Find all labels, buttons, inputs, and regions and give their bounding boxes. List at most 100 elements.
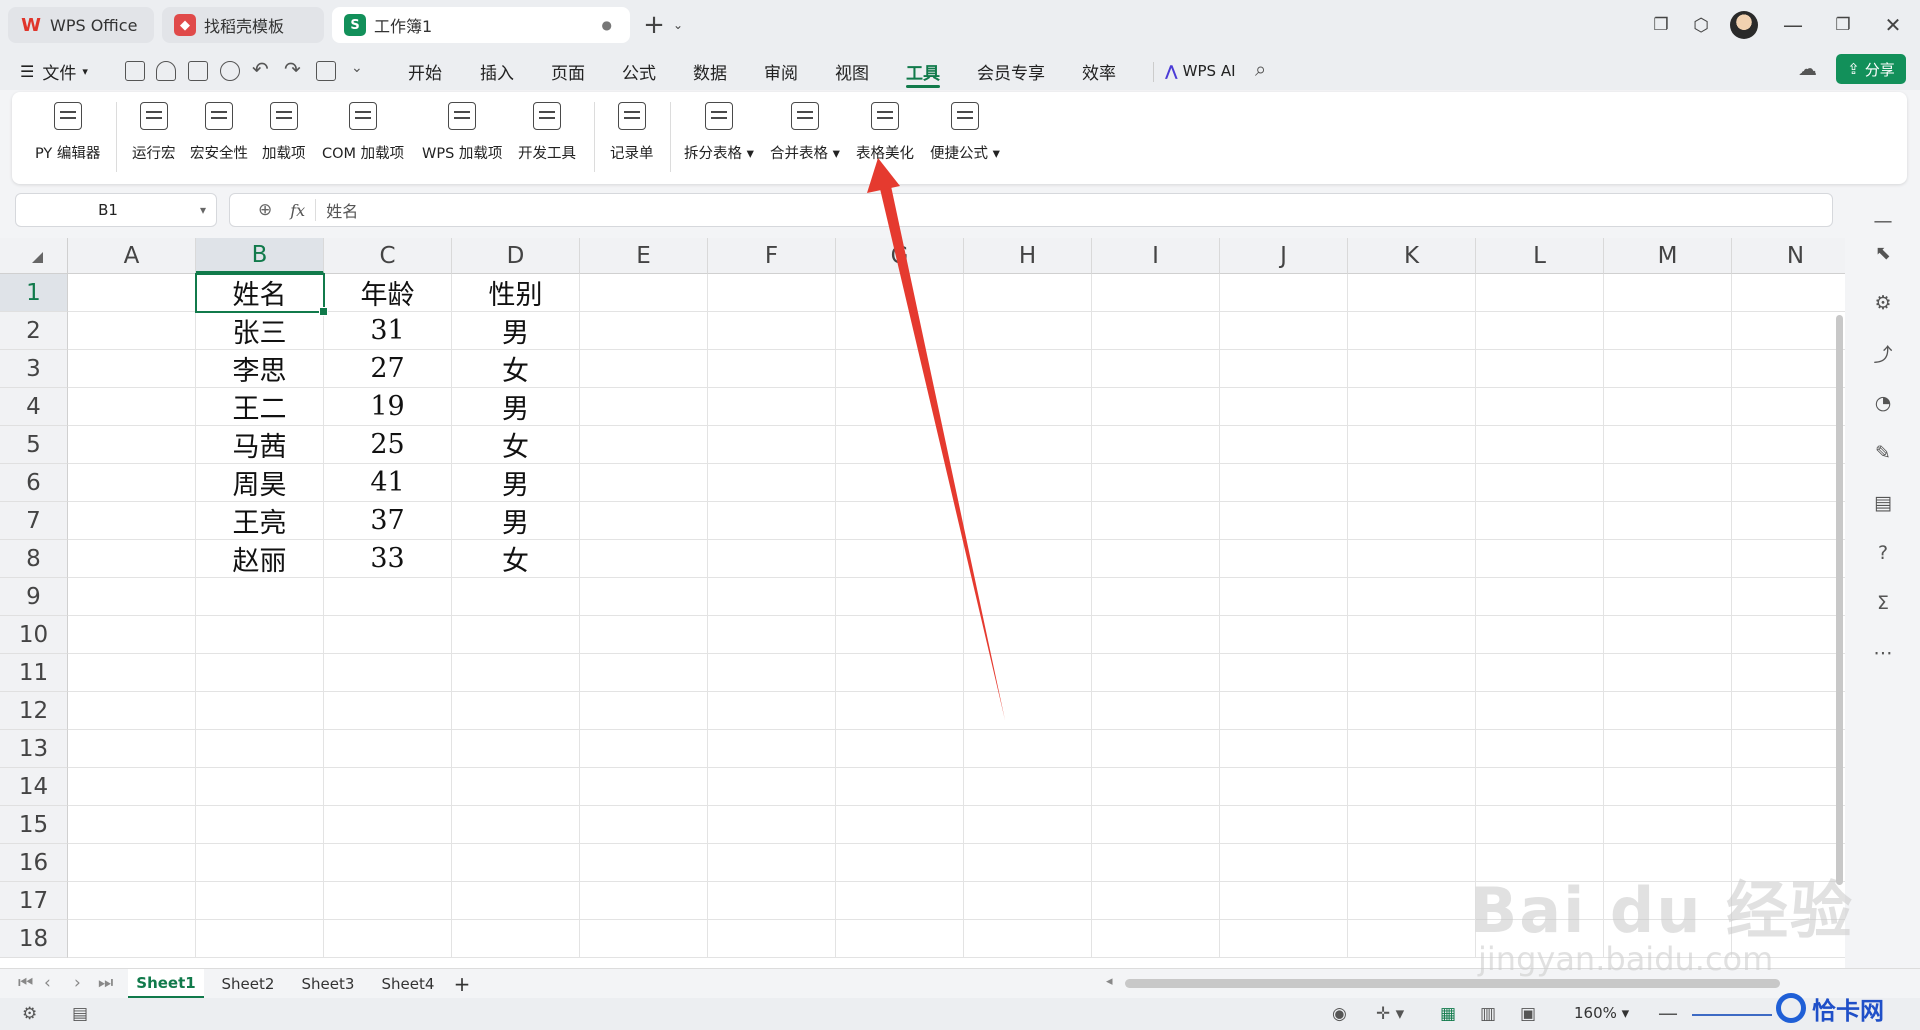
cell-b8[interactable]: 赵丽: [196, 540, 324, 578]
cell-d6[interactable]: 男: [452, 464, 580, 502]
cell-d12[interactable]: [452, 692, 580, 730]
unsaved-dot-icon[interactable]: ●: [602, 18, 612, 32]
column-header-d[interactable]: D: [452, 238, 580, 274]
last-sheet-icon[interactable]: ⏭: [98, 973, 113, 993]
cell-k12[interactable]: [1348, 692, 1476, 730]
cell-c2[interactable]: 31: [324, 312, 452, 350]
cell-b10[interactable]: [196, 616, 324, 654]
tab-list-chevron-icon[interactable]: ⌄: [668, 10, 688, 40]
cell-g5[interactable]: [836, 426, 964, 464]
cell-g2[interactable]: [836, 312, 964, 350]
cell-f13[interactable]: [708, 730, 836, 768]
cell-d9[interactable]: [452, 578, 580, 616]
macro-security-button[interactable]: 宏安全性: [190, 102, 248, 163]
cell-n8[interactable]: [1732, 540, 1845, 578]
cell-l9[interactable]: [1476, 578, 1604, 616]
cell-h7[interactable]: [964, 502, 1092, 540]
cell-e8[interactable]: [580, 540, 708, 578]
cell-m6[interactable]: [1604, 464, 1732, 502]
cell-h11[interactable]: [964, 654, 1092, 692]
cell-c13[interactable]: [324, 730, 452, 768]
cell-l13[interactable]: [1476, 730, 1604, 768]
cell-n9[interactable]: [1732, 578, 1845, 616]
cell-h3[interactable]: [964, 350, 1092, 388]
zoom-out-icon[interactable]: —: [1658, 1001, 1678, 1025]
export-icon[interactable]: [316, 61, 336, 81]
cell-k2[interactable]: [1348, 312, 1476, 350]
cell-l12[interactable]: [1476, 692, 1604, 730]
scroll-left-icon[interactable]: ◂: [1106, 974, 1113, 989]
cell-h12[interactable]: [964, 692, 1092, 730]
chart-icon[interactable]: ◔: [1872, 392, 1894, 414]
cell-b4[interactable]: 王二: [196, 388, 324, 426]
cell-d16[interactable]: [452, 844, 580, 882]
eye-protection-icon[interactable]: ◉: [1332, 1004, 1347, 1024]
cell-h9[interactable]: [964, 578, 1092, 616]
row-header-13[interactable]: 13: [0, 730, 68, 768]
menu-data[interactable]: 数据: [693, 52, 727, 90]
cell-a15[interactable]: [68, 806, 196, 844]
cell-m3[interactable]: [1604, 350, 1732, 388]
cell-c15[interactable]: [324, 806, 452, 844]
cell-d11[interactable]: [452, 654, 580, 692]
cell-b18[interactable]: [196, 920, 324, 958]
cell-f9[interactable]: [708, 578, 836, 616]
cell-f6[interactable]: [708, 464, 836, 502]
cell-e3[interactable]: [580, 350, 708, 388]
row-header-15[interactable]: 15: [0, 806, 68, 844]
cell-i12[interactable]: [1092, 692, 1220, 730]
cell-j9[interactable]: [1220, 578, 1348, 616]
cell-k15[interactable]: [1348, 806, 1476, 844]
column-header-n[interactable]: N: [1732, 238, 1845, 274]
cell-a3[interactable]: [68, 350, 196, 388]
cell-g12[interactable]: [836, 692, 964, 730]
cell-c7[interactable]: 37: [324, 502, 452, 540]
column-header-l[interactable]: L: [1476, 238, 1604, 274]
cell-d17[interactable]: [452, 882, 580, 920]
cell-c18[interactable]: [324, 920, 452, 958]
new-tab-button[interactable]: +: [640, 10, 668, 40]
cell-a17[interactable]: [68, 882, 196, 920]
window-mode-icon[interactable]: ❐: [1648, 10, 1674, 40]
cell-n7[interactable]: [1732, 502, 1845, 540]
cell-i9[interactable]: [1092, 578, 1220, 616]
cell-f1[interactable]: [708, 274, 836, 312]
cell-f18[interactable]: [708, 920, 836, 958]
cell-l6[interactable]: [1476, 464, 1604, 502]
menu-view[interactable]: 视图: [835, 52, 869, 90]
merge-table-button[interactable]: 合并表格 ▾: [770, 102, 840, 163]
cell-g15[interactable]: [836, 806, 964, 844]
cell-e15[interactable]: [580, 806, 708, 844]
menu-tools[interactable]: 工具: [906, 52, 940, 90]
row-header-18[interactable]: 18: [0, 920, 68, 958]
cell-f14[interactable]: [708, 768, 836, 806]
cell-m12[interactable]: [1604, 692, 1732, 730]
cell-d4[interactable]: 男: [452, 388, 580, 426]
tab-wps-office[interactable]: W WPS Office: [8, 7, 154, 43]
cell-b3[interactable]: 李思: [196, 350, 324, 388]
vertical-scrollbar-thumb[interactable]: [1836, 315, 1843, 885]
addins-button[interactable]: 加载项: [262, 102, 306, 163]
cell-f3[interactable]: [708, 350, 836, 388]
cell-g10[interactable]: [836, 616, 964, 654]
cell-b6[interactable]: 周昊: [196, 464, 324, 502]
cell-f11[interactable]: [708, 654, 836, 692]
cell-m13[interactable]: [1604, 730, 1732, 768]
cell-e1[interactable]: [580, 274, 708, 312]
cell-j8[interactable]: [1220, 540, 1348, 578]
cell-f10[interactable]: [708, 616, 836, 654]
row-header-1[interactable]: 1: [0, 274, 68, 312]
cell-m2[interactable]: [1604, 312, 1732, 350]
chevron-down-icon[interactable]: ▾: [200, 203, 206, 217]
reading-mode-icon[interactable]: ✛ ▾: [1376, 1004, 1404, 1024]
cell-i2[interactable]: [1092, 312, 1220, 350]
cell-c11[interactable]: [324, 654, 452, 692]
next-sheet-icon[interactable]: ›: [74, 973, 81, 993]
cloud-upload-icon[interactable]: ☁: [1798, 58, 1817, 80]
cell-n4[interactable]: [1732, 388, 1845, 426]
cell-l7[interactable]: [1476, 502, 1604, 540]
developer-tools-button[interactable]: 开发工具: [518, 102, 576, 163]
cell-b14[interactable]: [196, 768, 324, 806]
cell-e16[interactable]: [580, 844, 708, 882]
cell-h8[interactable]: [964, 540, 1092, 578]
